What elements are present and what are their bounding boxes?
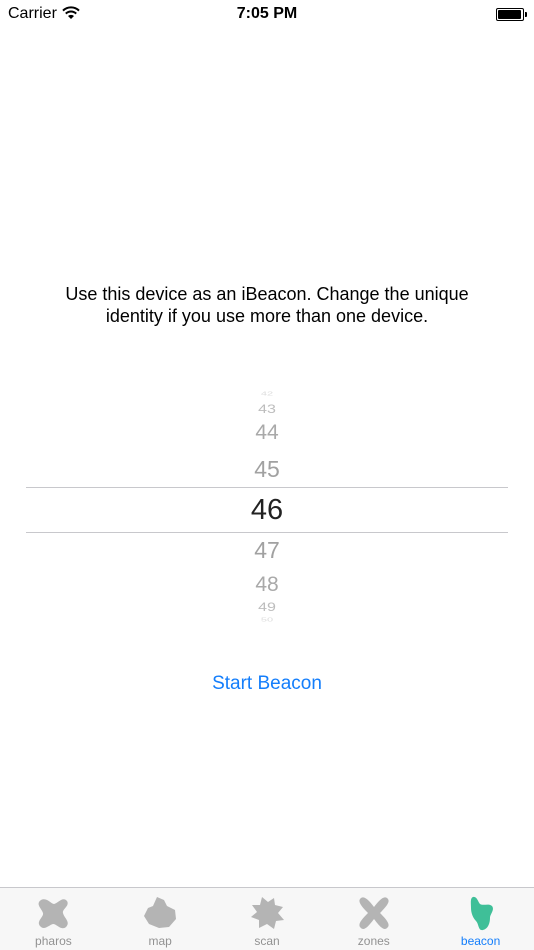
tab-label: map: [148, 934, 172, 948]
tab-label: pharos: [35, 934, 72, 948]
picker-value[interactable]: 47: [0, 537, 534, 564]
start-beacon-button[interactable]: Start Beacon: [167, 670, 367, 698]
picker-selected-value[interactable]: 46: [0, 494, 534, 527]
picker-value[interactable]: 44: [0, 421, 534, 445]
tab-beacon[interactable]: beacon: [427, 888, 534, 950]
tab-zones[interactable]: zones: [320, 888, 427, 950]
picker-value[interactable]: 43: [0, 403, 534, 417]
tab-scan[interactable]: scan: [214, 888, 321, 950]
tab-pharos[interactable]: pharos: [0, 888, 107, 950]
map-icon: [144, 897, 177, 928]
tab-label: scan: [254, 934, 280, 948]
beacon-icon: [470, 896, 493, 931]
identity-picker[interactable]: 42 43 44 45 46 47 48 49 50: [0, 391, 534, 628]
status-bar: Carrier 7:05 PM: [0, 0, 534, 30]
clock: 7:05 PM: [236, 5, 298, 22]
zones-icon: [359, 897, 389, 929]
tab-label: beacon: [460, 934, 501, 948]
picker-selection-top-line: [26, 487, 508, 488]
tab-bar: pharos map scan zones beacon: [0, 887, 534, 950]
battery-icon: [496, 8, 527, 21]
picker-value[interactable]: 48: [0, 573, 534, 597]
scan-icon: [250, 897, 284, 929]
picker-selection-bottom-line: [26, 532, 508, 533]
tab-map[interactable]: map: [107, 888, 214, 950]
tab-label: zones: [357, 934, 390, 948]
picker-value[interactable]: 42: [0, 391, 534, 397]
picker-value[interactable]: 45: [0, 456, 534, 483]
picker-value[interactable]: 49: [0, 601, 534, 615]
pharos-icon: [38, 899, 69, 929]
description-text: Use this device as an iBeacon. Change th…: [65, 284, 469, 326]
picker-value[interactable]: 50: [0, 617, 534, 623]
